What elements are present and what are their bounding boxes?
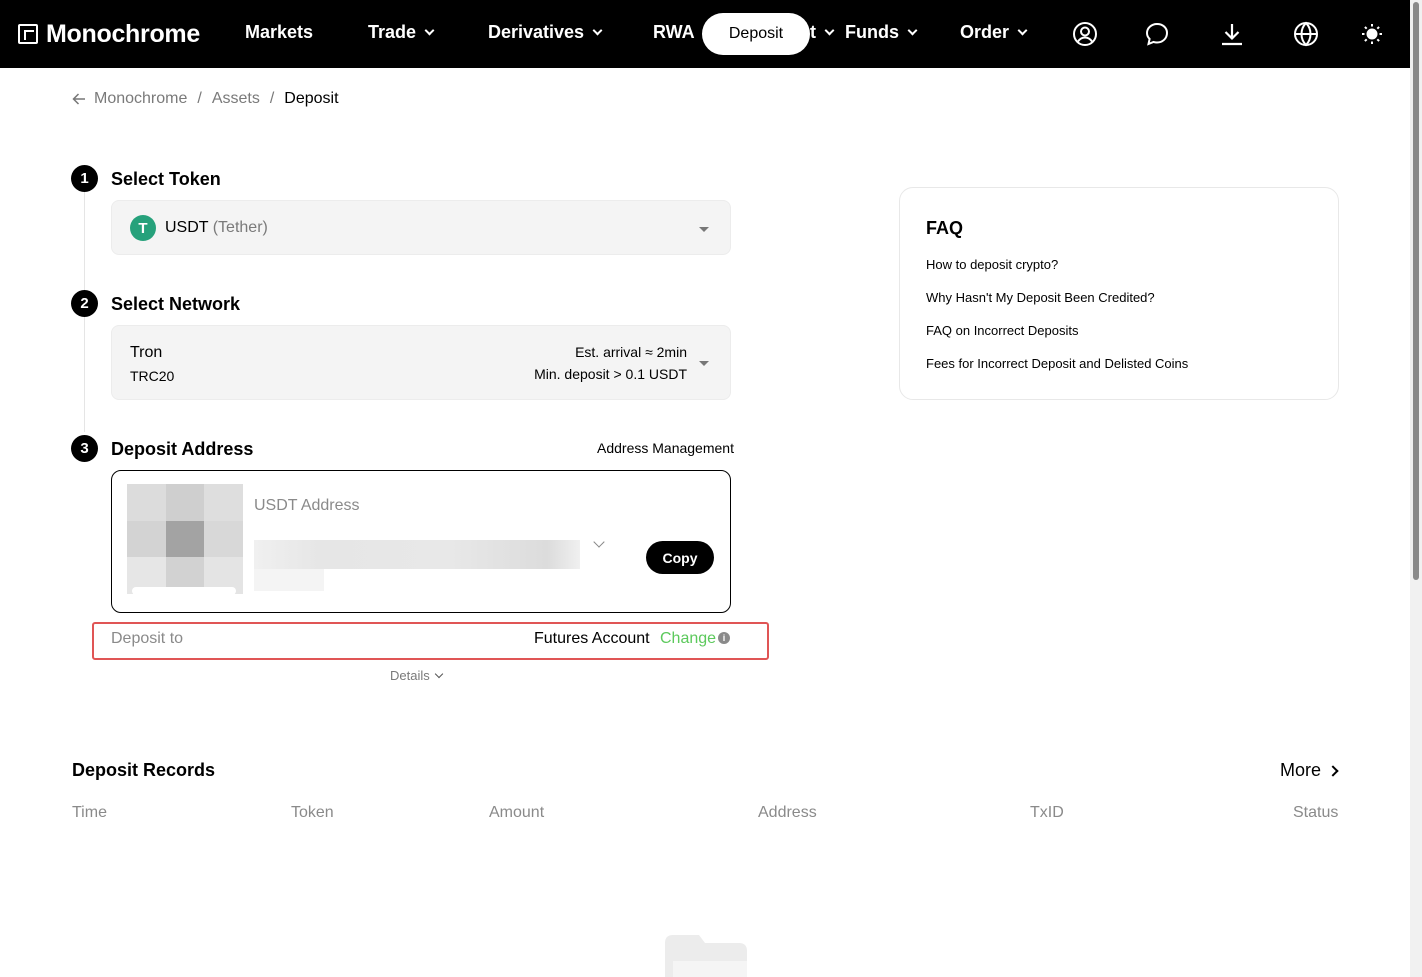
nav-rwa[interactable]: RWA — [653, 22, 695, 43]
faq-item[interactable]: FAQ on Incorrect Deposits — [926, 323, 1078, 338]
select-network-title: Select Network — [111, 294, 241, 314]
network-standard: TRC20 — [130, 368, 175, 384]
chevron-down-icon[interactable] — [593, 536, 605, 548]
network-arrival-time: Est. arrival ≈ 2min — [575, 344, 687, 360]
download-icon[interactable] — [1219, 21, 1245, 47]
breadcrumb-separator: / — [269, 90, 275, 107]
step-number-3: 3 — [71, 435, 98, 462]
more-records-link[interactable]: More — [1280, 760, 1339, 781]
brand-logo[interactable]: Monochrome — [18, 20, 200, 48]
caret-down-icon — [699, 361, 709, 366]
sun-icon[interactable] — [1359, 21, 1385, 47]
column-header-token: Token — [291, 804, 334, 821]
faq-item[interactable]: How to deposit crypto? — [926, 257, 1058, 272]
token-selector[interactable]: T USDT (Tether) — [111, 200, 731, 255]
chevron-right-icon — [1327, 764, 1339, 777]
more-label: More — [1280, 760, 1322, 780]
select-token-title: Select Token — [111, 169, 221, 189]
chevron-down-icon — [434, 669, 443, 679]
column-header-txid: TxID — [1030, 804, 1064, 821]
nav-derivatives-label: Derivatives — [488, 22, 585, 42]
address-management-link[interactable]: Address Management — [597, 440, 734, 456]
token-selected-value: USDT (Tether) — [165, 219, 268, 237]
faq-panel: FAQ How to deposit crypto? Why Hasn't My… — [899, 187, 1339, 400]
deposit-address-card: USDT Address Copy — [111, 470, 731, 613]
deposit-to-account: Futures Account — [534, 630, 650, 647]
breadcrumb-item-assets[interactable]: Assets — [212, 90, 260, 108]
nav-trade[interactable]: Trade — [368, 22, 435, 43]
nav-order[interactable]: Order — [960, 22, 1028, 43]
logo-icon — [18, 24, 38, 44]
nav-truncated-item[interactable]: t — [810, 22, 835, 43]
deposit-address-title: Deposit Address — [111, 439, 254, 459]
step-number-2: 2 — [71, 290, 98, 317]
back-arrow-icon[interactable] — [72, 92, 86, 106]
faq-item[interactable]: Fees for Incorrect Deposit and Delisted … — [926, 356, 1188, 371]
network-selector[interactable]: Tron TRC20 Est. arrival ≈ 2min Min. depo… — [111, 325, 731, 400]
deposit-to-label: Deposit to — [111, 630, 184, 647]
breadcrumb-item-current: Deposit — [284, 90, 339, 107]
column-header-amount: Amount — [489, 804, 545, 821]
nav-truncated-label: t — [810, 22, 816, 42]
step-number-1: 1 — [71, 165, 98, 192]
column-header-time: Time — [72, 804, 107, 821]
globe-icon[interactable] — [1293, 21, 1319, 47]
details-label: Details — [390, 668, 430, 683]
page-scrollbar[interactable] — [1410, 0, 1422, 977]
deposit-qr-code — [127, 484, 243, 594]
chevron-down-icon — [824, 25, 835, 36]
details-toggle[interactable]: Details — [390, 668, 443, 683]
chevron-down-icon — [424, 25, 435, 36]
nav-markets-label: Markets — [245, 22, 314, 42]
faq-title: FAQ — [926, 218, 964, 238]
nav-funds[interactable]: Funds — [845, 22, 918, 43]
nav-rwa-label: RWA — [653, 22, 695, 42]
nav-trade-label: Trade — [368, 22, 417, 42]
nav-order-label: Order — [960, 22, 1010, 42]
brand-name: Monochrome — [46, 19, 200, 48]
token-symbol: USDT — [165, 219, 209, 236]
address-label: USDT Address — [254, 497, 360, 514]
network-name: Tron — [130, 344, 163, 361]
empty-folder-icon — [665, 935, 747, 977]
address-value-blurred-tail — [254, 569, 324, 591]
top-navigation-bar: Monochrome Markets Trade Derivatives RWA… — [0, 0, 1410, 68]
faq-item[interactable]: Why Hasn't My Deposit Been Credited? — [926, 290, 1155, 305]
deposit-button[interactable]: Deposit — [702, 13, 810, 55]
usdt-token-icon: T — [130, 215, 156, 241]
caret-down-icon — [699, 227, 709, 232]
network-min-deposit: Min. deposit > 0.1 USDT — [534, 366, 687, 382]
nav-markets[interactable]: Markets — [245, 22, 313, 43]
breadcrumb: Monochrome / Assets / Deposit — [72, 90, 339, 108]
breadcrumb-item-home[interactable]: Monochrome — [94, 90, 187, 108]
token-name: (Tether) — [212, 219, 268, 236]
user-icon[interactable] — [1072, 21, 1098, 47]
chevron-down-icon — [592, 25, 603, 36]
copy-address-button[interactable]: Copy — [646, 541, 714, 574]
breadcrumb-separator: / — [197, 90, 202, 107]
address-value-blurred — [254, 540, 580, 569]
chevron-down-icon — [1017, 25, 1028, 36]
deposit-records-title: Deposit Records — [72, 760, 216, 780]
change-account-link[interactable]: Change — [660, 630, 716, 648]
column-header-address: Address — [758, 804, 817, 821]
chat-icon[interactable] — [1144, 21, 1170, 47]
nav-derivatives[interactable]: Derivatives — [488, 22, 603, 43]
qr-code-footer — [132, 587, 236, 595]
nav-funds-label: Funds — [845, 22, 899, 42]
chevron-down-icon — [907, 25, 918, 36]
info-icon[interactable]: i — [718, 632, 730, 644]
scrollbar-thumb[interactable] — [1413, 2, 1419, 580]
column-header-status: Status — [1293, 804, 1339, 821]
